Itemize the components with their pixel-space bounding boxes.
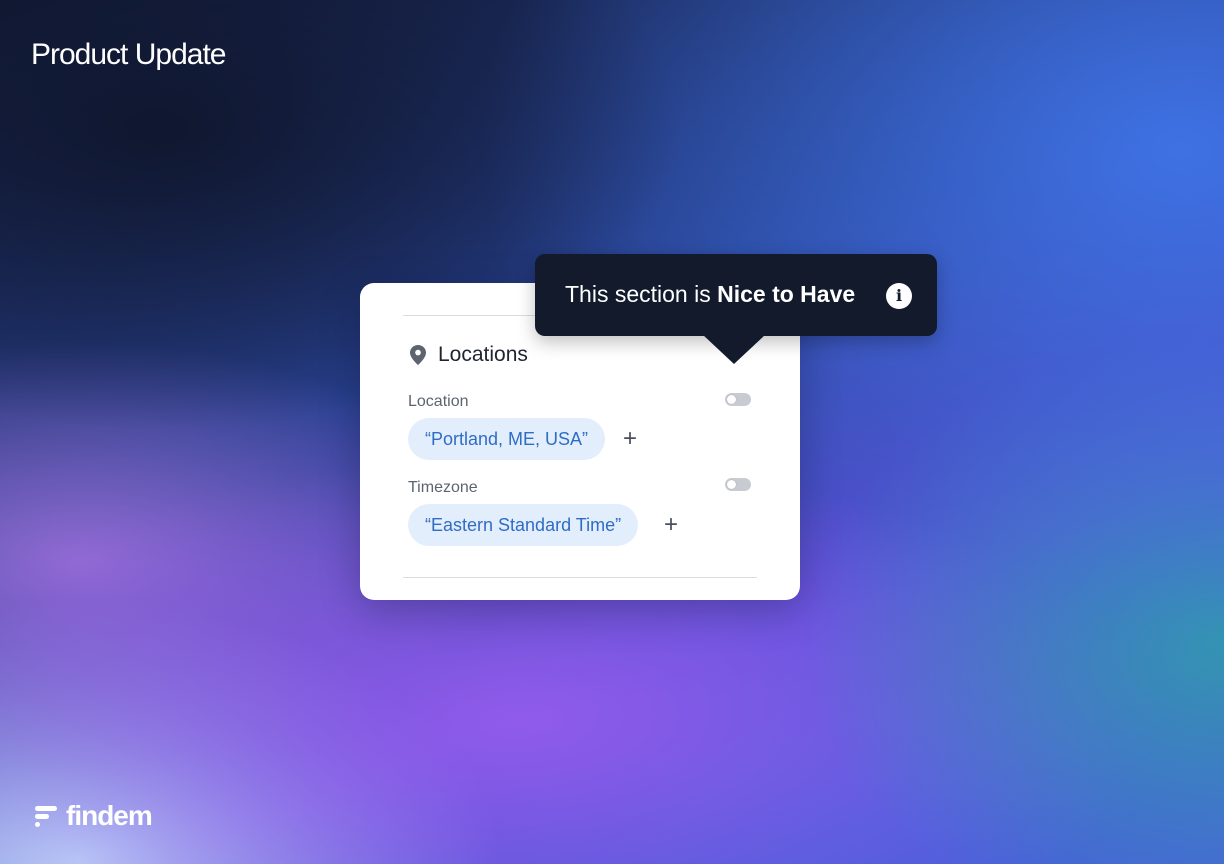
info-icon[interactable]: i xyxy=(886,283,912,309)
section-title: Locations xyxy=(438,343,528,366)
tooltip-text: This section is Nice to Have xyxy=(565,281,855,308)
plus-icon: + xyxy=(664,511,679,538)
section-header: Locations xyxy=(410,343,528,367)
tooltip-emphasis: Nice to Have xyxy=(717,281,856,307)
nice-to-have-tooltip: This section is Nice to Have i xyxy=(535,254,937,364)
timezone-toggle[interactable] xyxy=(725,478,751,491)
plus-icon: + xyxy=(623,425,638,452)
tooltip-text-prefix: This section is xyxy=(565,281,718,307)
tooltip-arrow xyxy=(702,334,766,364)
toggle-knob xyxy=(727,395,736,404)
brand: findem xyxy=(35,800,153,832)
location-pin-icon xyxy=(410,345,426,365)
brand-name: findem xyxy=(66,800,153,831)
card-divider-bottom xyxy=(403,577,757,578)
page-headline: Product Update xyxy=(31,38,226,71)
timezone-label: Timezone xyxy=(408,479,478,496)
location-label: Location xyxy=(408,393,469,410)
location-value-chip[interactable]: “Portland, ME, USA” xyxy=(408,418,606,460)
toggle-knob xyxy=(727,480,736,489)
findem-logo-icon xyxy=(35,804,57,828)
add-location-button[interactable]: + xyxy=(623,427,637,451)
add-timezone-button[interactable]: + xyxy=(664,513,678,537)
timezone-value-chip[interactable]: “Eastern Standard Time” xyxy=(408,504,639,546)
location-toggle[interactable] xyxy=(725,393,751,406)
